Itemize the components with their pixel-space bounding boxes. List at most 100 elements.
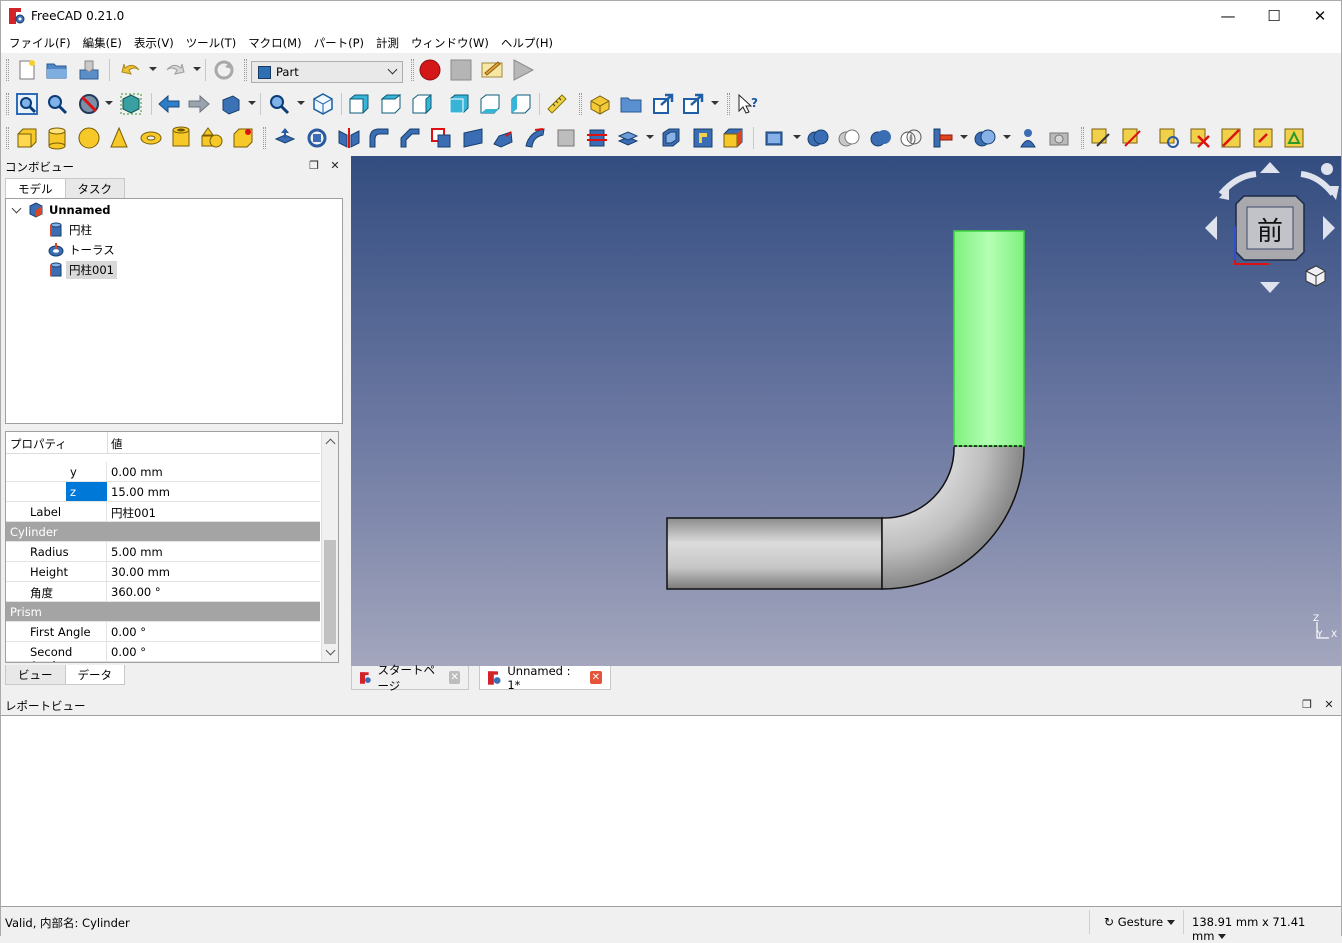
forward-arrow-icon[interactable] [187,92,211,116]
close-tab-icon[interactable]: ✕ [589,671,602,684]
fit-selection-icon[interactable] [45,92,69,116]
join-dropdown-icon[interactable] [960,135,968,139]
property-row-angle[interactable]: 角度 360.00 ° [6,582,320,602]
measure-distance-icon[interactable] [545,92,569,116]
sphere-icon[interactable] [77,126,101,150]
draw-style-icon[interactable] [77,92,101,116]
new-document-icon[interactable] [15,58,39,82]
scroll-down-icon[interactable] [325,645,336,656]
check-geometry-icon[interactable] [1016,126,1040,150]
bounding-box-icon[interactable] [119,92,143,116]
property-row-height[interactable]: Height 30.00 mm [6,562,320,582]
defeaturing-icon[interactable] [1047,126,1071,150]
revolve-icon[interactable] [305,126,329,150]
standard-views-icon[interactable] [267,92,291,116]
property-row-radius[interactable]: Radius 5.00 mm [6,542,320,562]
loft-icon[interactable] [491,126,515,150]
close-panel-icon[interactable]: ✕ [1321,697,1337,713]
view-rear-icon[interactable] [447,92,471,116]
property-value[interactable]: 5.00 mm [111,545,163,559]
menu-tools[interactable]: ツール(T) [180,31,243,53]
shape-builder-icon[interactable] [231,126,255,150]
float-panel-icon[interactable]: ❐ [1299,697,1315,713]
view-right-icon[interactable] [410,92,434,116]
close-window-button[interactable]: ✕ [1297,1,1342,31]
redo-icon[interactable] [163,58,187,82]
make-face-icon[interactable] [429,126,453,150]
property-row-y[interactable]: y 0.00 mm [6,462,320,482]
3d-viewport[interactable]: 前 Z Y X [351,156,1341,666]
offset-dropdown-icon[interactable] [646,135,654,139]
sync-dropdown-icon[interactable] [248,101,256,105]
create-link-icon[interactable] [651,92,675,116]
close-panel-icon[interactable]: ✕ [327,158,343,174]
refresh-icon[interactable] [212,58,236,82]
split-tools-icon[interactable] [973,126,997,150]
macro-edit-icon[interactable] [480,58,504,82]
property-value[interactable]: 0.00 ° [111,645,146,659]
workbench-sync-icon[interactable] [219,92,243,116]
ruled-surface-icon[interactable] [461,126,485,150]
toolbar-grip[interactable] [6,127,9,149]
sweep-icon[interactable] [523,126,547,150]
measure-refresh-icon[interactable] [1157,126,1181,150]
toggle-all-icon[interactable] [1219,126,1243,150]
scroll-thumb[interactable] [324,540,336,644]
view-left-icon[interactable] [509,92,533,116]
cylinder-shape[interactable] [666,517,883,590]
compound-tools-icon[interactable] [763,126,787,150]
property-row-label[interactable]: Label 円柱001 [6,502,320,522]
open-folder-icon[interactable] [45,58,69,82]
view-front-icon[interactable] [347,92,371,116]
navigation-style-selector[interactable]: ↻ Gesture [1089,910,1181,934]
toolbar-grip[interactable] [411,59,414,81]
cut-icon[interactable] [837,126,861,150]
expand-chevron-icon[interactable] [12,205,22,215]
create-part-icon[interactable] [588,92,612,116]
maximize-button[interactable]: ☐ [1251,1,1297,31]
tree-item-torus[interactable]: トーラス [48,240,115,260]
toolbar-grip[interactable] [1081,127,1084,149]
property-value[interactable]: 0.00 ° [111,625,146,639]
section-icon[interactable] [554,126,578,150]
measure-angular-icon[interactable] [1120,126,1144,150]
minimize-button[interactable]: — [1205,1,1251,31]
property-value[interactable]: 30.00 mm [111,565,170,579]
extrude-icon[interactable] [273,126,297,150]
primitives-icon[interactable] [200,126,224,150]
toolbar-grip[interactable] [244,59,247,81]
property-group-cylinder[interactable]: Cylinder [6,522,320,542]
menu-window[interactable]: ウィンドウ(W) [405,31,495,53]
back-arrow-icon[interactable] [157,92,181,116]
property-value[interactable]: 円柱001 [111,505,156,521]
whats-this-icon[interactable]: ? [736,92,760,116]
link-actions-icon[interactable] [681,92,705,116]
property-value[interactable]: 0.00 mm [111,465,163,479]
workbench-selector[interactable]: Part [251,61,403,83]
toolbar-grip[interactable] [6,59,9,81]
property-value[interactable]: 15.00 mm [111,485,170,499]
link-actions-dropdown-icon[interactable] [711,101,719,105]
thickness-icon[interactable] [659,126,683,150]
macro-record-icon[interactable] [418,58,442,82]
redo-dropdown-icon[interactable] [193,67,201,71]
toolbar-grip[interactable] [6,93,9,115]
tree-item-document[interactable]: Unnamed [12,200,111,220]
dimension-display[interactable]: 138.91 mm x 71.41 mm [1183,910,1323,943]
tab-start-page[interactable]: スタートページ ✕ [351,663,469,693]
fillet-icon[interactable] [367,126,391,150]
split-dropdown-icon[interactable] [1003,135,1011,139]
menu-measure[interactable]: 計測 [370,31,405,53]
property-row-first-angle[interactable]: First Angle 0.00 ° [6,622,320,642]
undo-icon[interactable] [119,58,143,82]
view-isometric-icon[interactable] [311,92,335,116]
toggle-delta-icon[interactable] [1282,126,1306,150]
color-per-face-icon[interactable] [721,126,745,150]
float-panel-icon[interactable]: ❐ [306,158,322,174]
toolbar-grip[interactable] [579,93,582,115]
tab-tasks[interactable]: タスク [64,178,125,198]
tab-model[interactable]: モデル [5,178,66,198]
scroll-up-icon[interactable] [325,438,336,449]
box-icon[interactable] [15,126,39,150]
mirror-icon[interactable] [337,126,361,150]
